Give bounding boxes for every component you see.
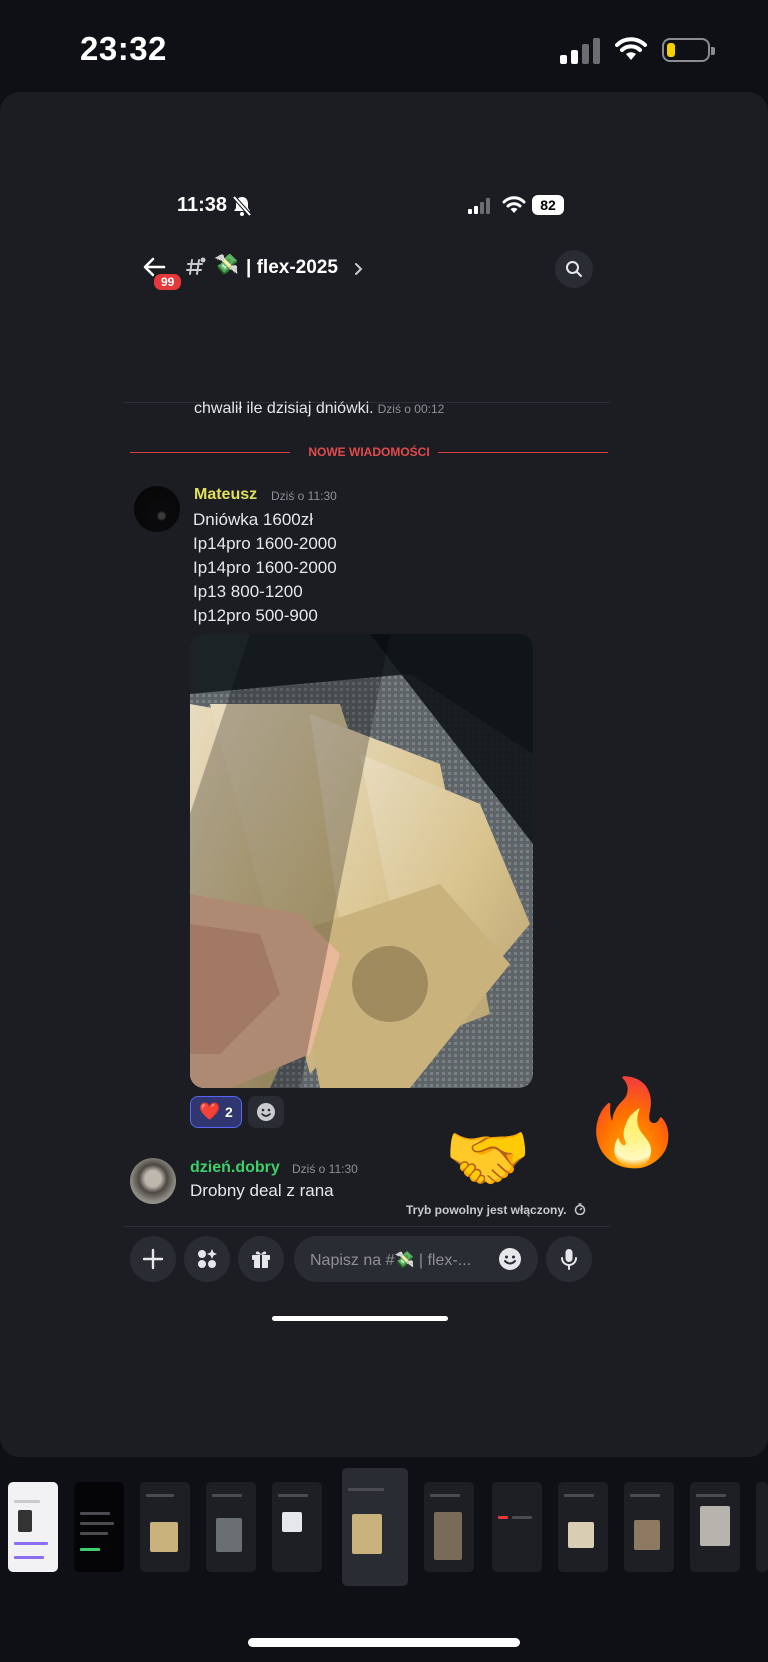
message-input-placeholder: Napisz na #💸 | flex-... xyxy=(310,1252,472,1269)
channel-emoji: 💸 xyxy=(214,254,239,276)
message-author[interactable]: dzień.dobry xyxy=(190,1159,280,1177)
message-line: Ip14pro 1600-2000 xyxy=(193,558,337,577)
thumbnail[interactable] xyxy=(690,1482,740,1572)
fire-emoji-overlay: 🔥 xyxy=(580,1075,685,1169)
inner-signal-icon xyxy=(468,198,492,214)
chevron-right-icon[interactable] xyxy=(354,262,364,276)
thumbnail-strip xyxy=(0,1468,768,1586)
bell-off-icon xyxy=(232,195,252,217)
inner-home-indicator xyxy=(272,1316,448,1321)
thumbnail[interactable] xyxy=(140,1482,190,1572)
unread-badge: 99 xyxy=(152,272,184,292)
thumbnail[interactable] xyxy=(272,1482,322,1572)
outer-clock: 23:32 xyxy=(80,30,167,67)
slowmode-notice: Tryb powolny jest włączony. xyxy=(406,1203,586,1217)
channel-name[interactable]: | flex-2025 xyxy=(246,257,338,279)
thumbnail[interactable] xyxy=(624,1482,674,1572)
previous-message: chwalił ile dzisiaj dniówki. Dziś o 00:12 xyxy=(194,400,444,418)
new-messages-divider: NOWE WIADOMOŚCI xyxy=(130,444,608,460)
thumbnail[interactable] xyxy=(756,1482,768,1572)
plus-button[interactable] xyxy=(130,1236,176,1282)
wifi-icon xyxy=(615,37,647,60)
search-icon xyxy=(566,261,582,277)
handshake-emoji-overlay: 🤝 xyxy=(444,1119,532,1197)
thumbnail[interactable] xyxy=(424,1482,474,1572)
reaction-count: 2 xyxy=(225,1104,233,1120)
gift-button[interactable] xyxy=(238,1236,284,1282)
hash-icon xyxy=(186,257,206,275)
avatar[interactable] xyxy=(134,486,180,532)
cellular-signal-icon xyxy=(560,38,602,64)
outer-status-bar: 23:32 xyxy=(0,0,768,92)
message-text: Drobny deal z rana xyxy=(190,1181,334,1200)
heart-reaction[interactable]: ❤️ 2 xyxy=(190,1096,242,1128)
emoji-icon xyxy=(257,1103,275,1121)
apps-button[interactable] xyxy=(184,1236,230,1282)
inner-wifi-icon xyxy=(502,196,526,213)
thumbnail[interactable] xyxy=(74,1482,124,1572)
reaction-emoji: ❤️ xyxy=(199,1102,221,1121)
plus-icon xyxy=(142,1248,164,1270)
message-timestamp: Dziś o 11:30 xyxy=(271,489,337,503)
battery-icon xyxy=(662,38,715,62)
inner-status-bar: 11:38 82 xyxy=(0,194,768,220)
thumbnail-active[interactable] xyxy=(342,1468,408,1586)
composer-divider xyxy=(124,1226,610,1227)
avatar[interactable] xyxy=(130,1158,176,1204)
thumbnail[interactable] xyxy=(558,1482,608,1572)
message-body: Dniówka 1600zł Ip14pro 1600-2000 Ip14pro… xyxy=(193,508,337,628)
add-reaction-button[interactable] xyxy=(248,1096,284,1128)
emoji-icon[interactable] xyxy=(498,1247,522,1271)
thumbnail[interactable] xyxy=(206,1482,256,1572)
search-button[interactable] xyxy=(555,250,593,288)
message-line: Ip14pro 1600-2000 xyxy=(193,534,337,553)
inner-clock: 11:38 xyxy=(177,194,228,216)
timer-icon xyxy=(574,1203,586,1216)
message-input[interactable]: Napisz na #💸 | flex-... xyxy=(294,1236,538,1282)
message-line: Ip13 800-1200 xyxy=(193,582,303,601)
message-line: Ip12pro 500-900 xyxy=(193,606,318,625)
channel-header: 99 💸 | flex-2025 xyxy=(0,248,768,292)
gift-icon xyxy=(252,1251,270,1268)
inner-battery-indicator: 82 xyxy=(532,195,564,215)
thumbnail[interactable] xyxy=(8,1482,58,1572)
thumbnail[interactable] xyxy=(492,1482,542,1572)
message-line: Dniówka 1600zł xyxy=(193,510,314,529)
apps-icon xyxy=(198,1249,217,1268)
message-image-attachment[interactable] xyxy=(190,634,533,1088)
home-indicator xyxy=(248,1638,520,1647)
voice-message-button[interactable] xyxy=(546,1236,592,1282)
message-author[interactable]: Mateusz xyxy=(194,486,257,504)
previous-message-text: chwalił ile dzisiaj dniówki. xyxy=(194,400,374,417)
microphone-icon xyxy=(561,1249,577,1270)
new-messages-label: NOWE WIADOMOŚCI xyxy=(300,445,438,459)
message-timestamp: Dziś o 11:30 xyxy=(292,1162,358,1176)
slowmode-text: Tryb powolny jest włączony. xyxy=(406,1203,567,1217)
previous-message-timestamp: Dziś o 00:12 xyxy=(377,402,445,416)
